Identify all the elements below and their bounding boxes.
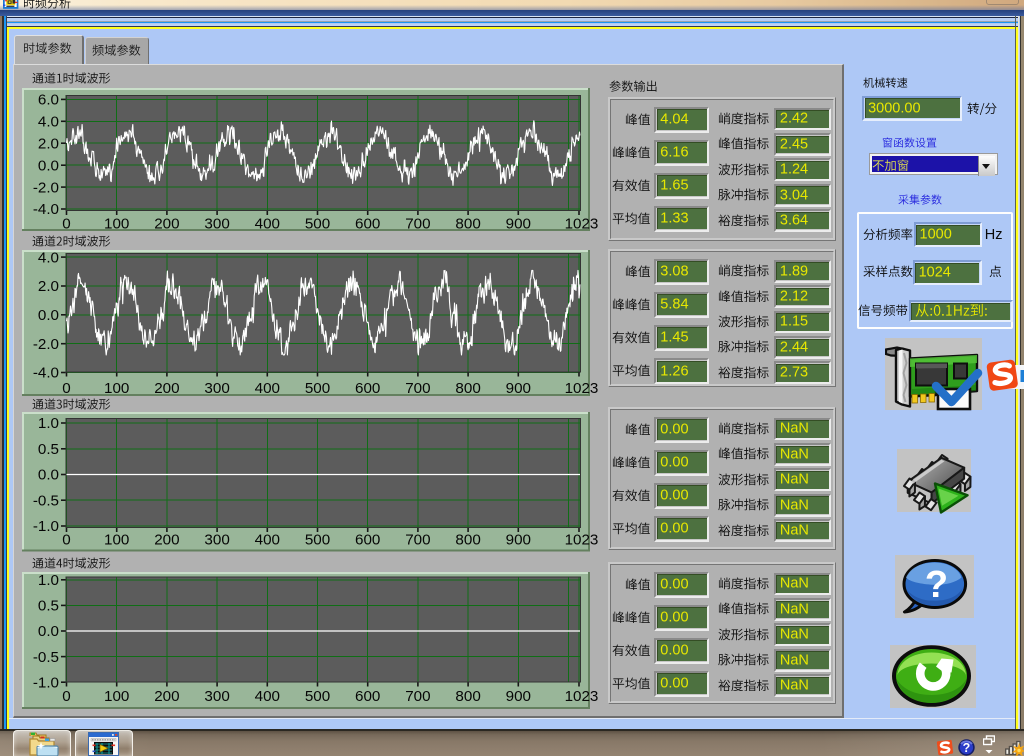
svg-text:400: 400 (254, 216, 279, 231)
svg-text:400: 400 (254, 688, 279, 705)
svg-text:0.0: 0.0 (37, 467, 58, 484)
svg-text:-4.0: -4.0 (32, 201, 58, 218)
svg-text:200: 200 (154, 532, 179, 549)
svg-text:300: 300 (204, 216, 229, 231)
svg-text:1.0: 1.0 (37, 572, 58, 589)
svg-text:800: 800 (455, 532, 480, 549)
svg-text:1023: 1023 (564, 380, 598, 396)
svg-text:0: 0 (62, 216, 70, 231)
svg-text:900: 900 (505, 380, 530, 396)
svg-text:400: 400 (254, 532, 279, 549)
svg-text:600: 600 (355, 532, 380, 549)
svg-text:0: 0 (62, 380, 70, 396)
svg-text:0.5: 0.5 (37, 597, 58, 614)
svg-text:100: 100 (104, 216, 129, 231)
svg-text:-0.5: -0.5 (32, 648, 58, 665)
svg-text:6.0: 6.0 (37, 92, 58, 109)
svg-text:0.5: 0.5 (37, 441, 58, 458)
svg-text:-2.0: -2.0 (32, 335, 58, 352)
svg-text:1.0: 1.0 (37, 415, 58, 432)
svg-text:900: 900 (505, 688, 530, 705)
svg-text:300: 300 (204, 380, 229, 396)
svg-text:1023: 1023 (564, 688, 598, 705)
svg-text:100: 100 (104, 532, 129, 549)
svg-text:800: 800 (455, 380, 480, 396)
svg-text:500: 500 (304, 688, 329, 705)
svg-text:200: 200 (154, 380, 179, 396)
svg-text:1023: 1023 (564, 532, 598, 549)
svg-text:700: 700 (405, 380, 430, 396)
svg-text:500: 500 (304, 532, 329, 549)
svg-text:-1.0: -1.0 (32, 518, 58, 535)
svg-text:600: 600 (355, 216, 380, 231)
svg-text:600: 600 (355, 380, 380, 396)
svg-text:2.0: 2.0 (37, 135, 58, 152)
svg-text:-0.5: -0.5 (32, 493, 58, 510)
svg-text:0.0: 0.0 (37, 623, 58, 640)
svg-text:700: 700 (405, 532, 430, 549)
svg-text:1023: 1023 (564, 216, 598, 231)
svg-text:500: 500 (304, 216, 329, 231)
svg-text:300: 300 (204, 532, 229, 549)
svg-text:600: 600 (355, 688, 380, 705)
svg-text:2.0: 2.0 (37, 278, 58, 295)
svg-text:4.0: 4.0 (37, 250, 58, 266)
svg-text:?: ? (925, 564, 948, 606)
svg-text:700: 700 (405, 216, 430, 231)
svg-text:900: 900 (505, 532, 530, 549)
svg-text:400: 400 (254, 380, 279, 396)
svg-text:800: 800 (455, 216, 480, 231)
svg-text:100: 100 (104, 688, 129, 705)
svg-text:900: 900 (505, 216, 530, 231)
svg-text:200: 200 (154, 688, 179, 705)
svg-text:500: 500 (304, 380, 329, 396)
svg-text:0: 0 (62, 532, 70, 549)
svg-text:0: 0 (62, 688, 70, 705)
svg-text:4.0: 4.0 (37, 114, 58, 131)
svg-text:200: 200 (154, 216, 179, 231)
svg-text:100: 100 (104, 380, 129, 396)
svg-text:-4.0: -4.0 (32, 364, 58, 381)
svg-text:0.0: 0.0 (37, 157, 58, 174)
svg-text:700: 700 (405, 688, 430, 705)
svg-text:300: 300 (204, 688, 229, 705)
svg-text:-2.0: -2.0 (32, 179, 58, 196)
svg-text:0.0: 0.0 (37, 307, 58, 324)
svg-text:?: ? (963, 741, 971, 755)
svg-text:-1.0: -1.0 (32, 674, 58, 691)
svg-text:800: 800 (455, 688, 480, 705)
